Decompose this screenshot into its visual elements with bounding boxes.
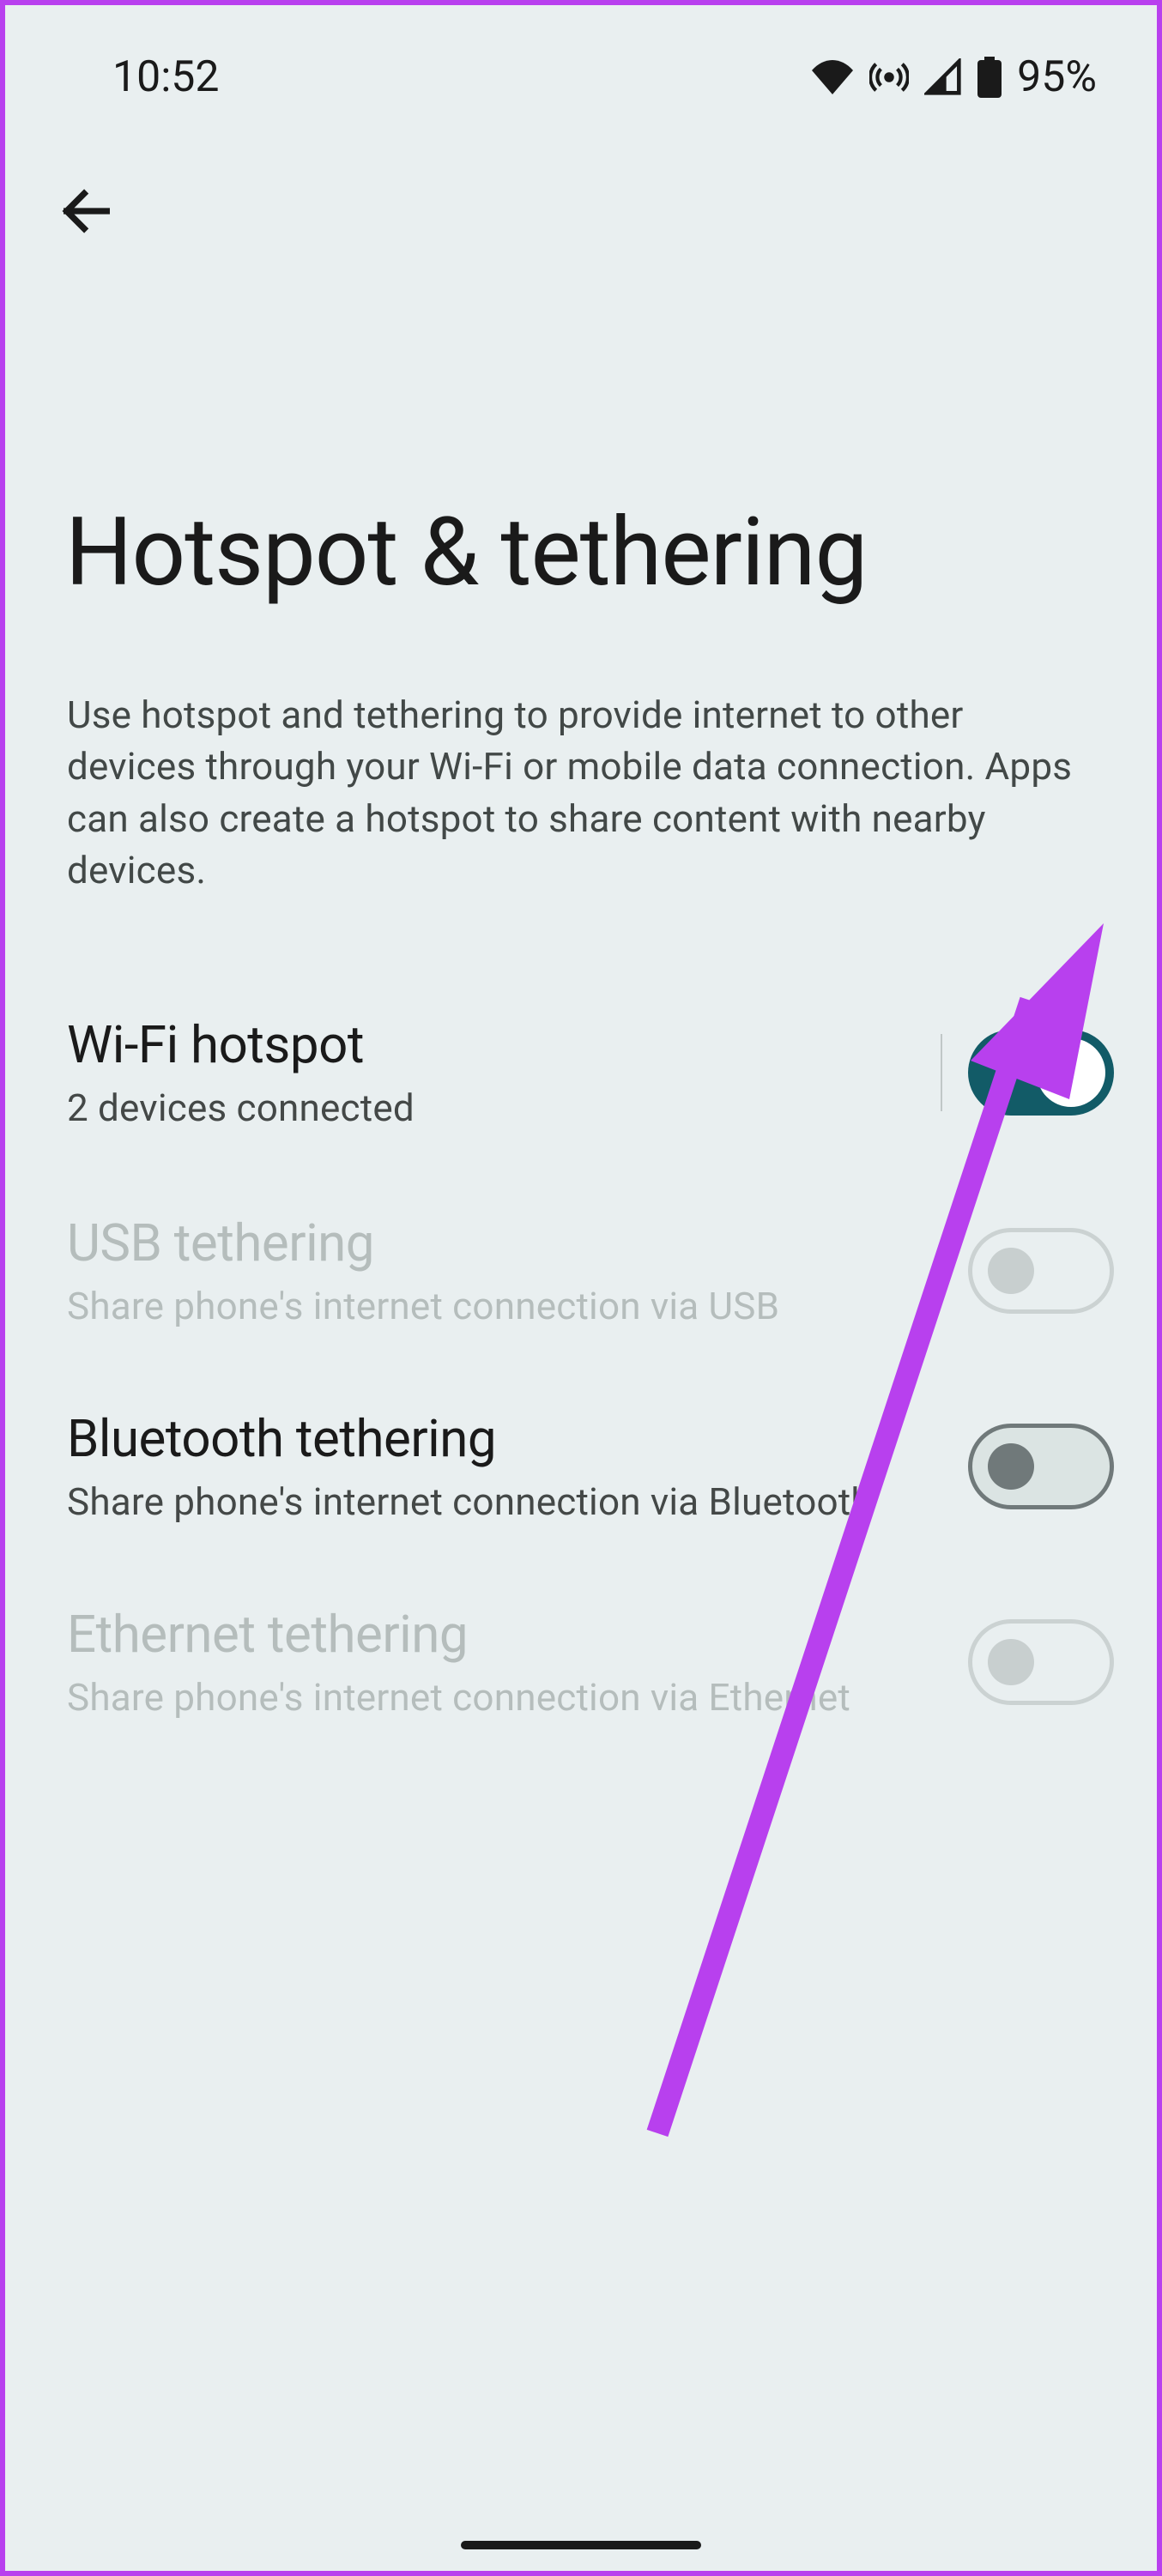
setting-subtitle: Share phone's internet connection via Bl…	[67, 1479, 968, 1524]
setting-usb-tethering: USB tethering Share phone's internet con…	[5, 1154, 1157, 1350]
battery-percentage: 95%	[1017, 52, 1097, 102]
toggle-knob	[988, 1248, 1034, 1294]
setting-subtitle: Share phone's internet connection via Et…	[67, 1675, 968, 1720]
setting-title: Wi-Fi hotspot	[67, 1014, 941, 1075]
setting-text: Ethernet tethering Share phone's interne…	[67, 1604, 968, 1720]
setting-text: Bluetooth tethering Share phone's intern…	[67, 1408, 968, 1524]
setting-title: USB tethering	[67, 1212, 968, 1273]
phone-screen: 10:52 95% Hotspot & tethering Use hotspo…	[0, 0, 1162, 2576]
arrow-left-icon	[57, 181, 117, 241]
status-time: 10:52	[112, 52, 220, 102]
ethernet-tethering-toggle	[968, 1619, 1114, 1705]
back-button[interactable]	[57, 181, 117, 245]
status-bar: 10:52 95%	[5, 5, 1157, 102]
setting-subtitle: 2 devices connected	[67, 1085, 941, 1130]
setting-bluetooth-tethering[interactable]: Bluetooth tethering Share phone's intern…	[5, 1350, 1157, 1545]
status-icons: 95%	[811, 52, 1097, 102]
setting-ethernet-tethering: Ethernet tethering Share phone's interne…	[5, 1545, 1157, 1741]
battery-icon	[977, 57, 1002, 98]
setting-title: Ethernet tethering	[67, 1604, 968, 1665]
navigation-bar-handle[interactable]	[461, 2541, 701, 2549]
toggle-knob	[988, 1443, 1034, 1490]
setting-subtitle: Share phone's internet connection via US…	[67, 1284, 968, 1328]
cellular-signal-icon	[924, 58, 962, 96]
setting-text: USB tethering Share phone's internet con…	[67, 1212, 968, 1328]
usb-tethering-toggle	[968, 1228, 1114, 1314]
bluetooth-tethering-toggle[interactable]	[968, 1424, 1114, 1509]
hotspot-icon	[869, 57, 909, 97]
toggle-knob	[1037, 1038, 1105, 1107]
page-title: Hotspot & tethering	[5, 102, 1157, 608]
setting-title: Bluetooth tethering	[67, 1408, 968, 1469]
wifi-hotspot-toggle[interactable]	[968, 1030, 1114, 1116]
settings-list: Wi-Fi hotspot 2 devices connected USB te…	[5, 896, 1157, 1741]
toggle-group	[941, 1030, 1114, 1116]
page-description: Use hotspot and tethering to provide int…	[5, 608, 1157, 896]
wifi-icon	[811, 60, 854, 94]
divider	[941, 1034, 942, 1111]
setting-text: Wi-Fi hotspot 2 devices connected	[67, 1014, 941, 1130]
toggle-knob	[988, 1639, 1034, 1685]
setting-wifi-hotspot[interactable]: Wi-Fi hotspot 2 devices connected	[5, 990, 1157, 1154]
